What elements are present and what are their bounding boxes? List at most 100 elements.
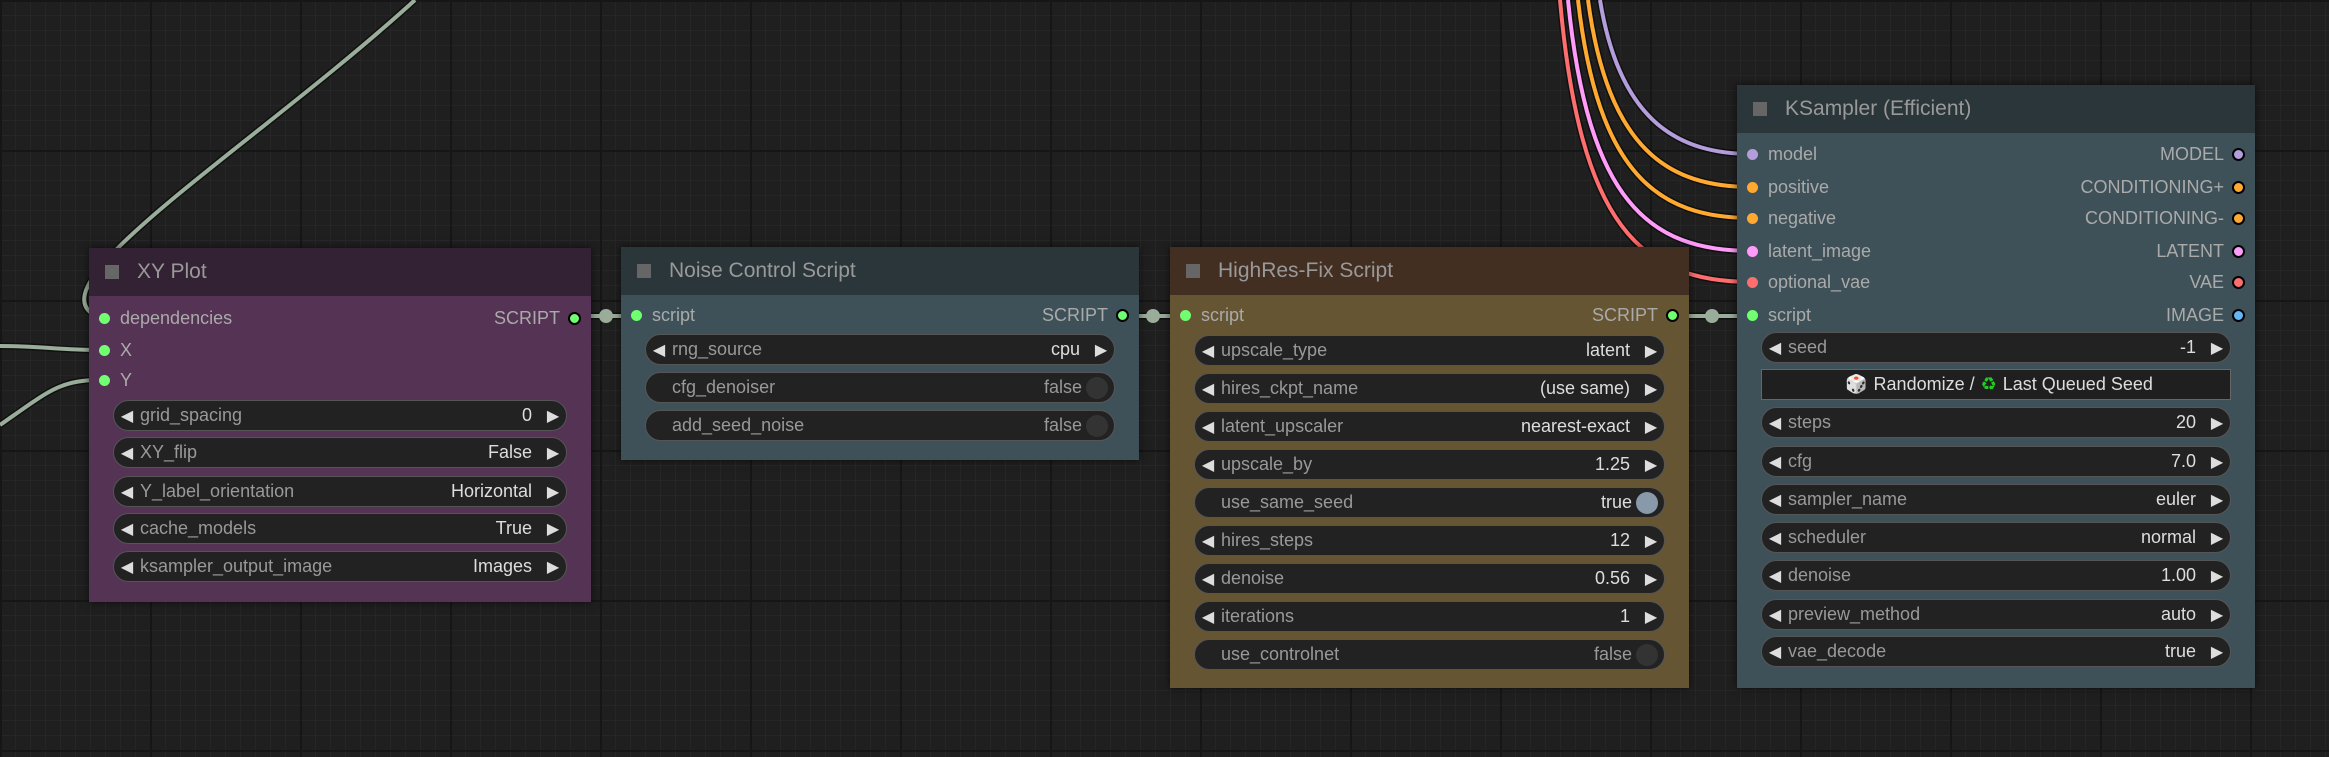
- output-dot-icon[interactable]: [2232, 211, 2245, 225]
- increment-arrow-icon[interactable]: ▶: [1638, 607, 1664, 627]
- node-title-bar[interactable]: KSampler (Efficient): [1737, 85, 2255, 133]
- input-slot-script[interactable]: script: [1737, 305, 1811, 325]
- increment-arrow-icon[interactable]: ▶: [2204, 642, 2230, 662]
- input-slot-X[interactable]: X: [89, 340, 132, 360]
- increment-arrow-icon[interactable]: ▶: [1638, 341, 1664, 361]
- widget-cfg[interactable]: ◀ cfg 7.0 ▶: [1761, 446, 2231, 477]
- increment-arrow-icon[interactable]: ▶: [1638, 379, 1664, 399]
- output-dot-icon[interactable]: [2232, 147, 2245, 161]
- output-dot-icon[interactable]: [1116, 308, 1129, 322]
- increment-arrow-icon[interactable]: ▶: [2204, 566, 2230, 586]
- input-dot-icon[interactable]: [99, 374, 110, 386]
- decrement-arrow-icon[interactable]: ◀: [114, 519, 140, 539]
- input-dot-icon[interactable]: [1747, 148, 1758, 160]
- output-slot-image[interactable]: IMAGE: [2166, 305, 2255, 325]
- collapse-toggle-icon[interactable]: [105, 265, 119, 279]
- output-slot-script[interactable]: SCRIPT: [494, 308, 591, 328]
- widget-denoise[interactable]: ◀ denoise 1.00 ▶: [1761, 560, 2231, 591]
- input-slot-positive[interactable]: positive: [1737, 177, 1829, 197]
- node-noise[interactable]: Noise Control Script script SCRIPT ◀ rng_sou…: [621, 247, 1139, 460]
- widget-upscale-by[interactable]: ◀ upscale_by 1.25 ▶: [1194, 449, 1665, 480]
- widget-sampler-name[interactable]: ◀ sampler_name euler ▶: [1761, 484, 2231, 515]
- increment-arrow-icon[interactable]: ▶: [2204, 605, 2230, 625]
- input-slot-script[interactable]: script: [1170, 305, 1244, 325]
- widget-randomize-[interactable]: 🎲 Randomize / ♻ Last Queued Seed: [1761, 369, 2231, 400]
- decrement-arrow-icon[interactable]: ◀: [1762, 338, 1788, 358]
- output-dot-icon[interactable]: [2232, 180, 2245, 194]
- decrement-arrow-icon[interactable]: ◀: [1762, 642, 1788, 662]
- widget-use-controlnet[interactable]: use_controlnet false: [1194, 639, 1665, 670]
- decrement-arrow-icon[interactable]: ◀: [1195, 455, 1221, 475]
- input-dot-icon[interactable]: [1747, 276, 1758, 288]
- input-slot-model[interactable]: model: [1737, 144, 1817, 164]
- increment-arrow-icon[interactable]: ▶: [540, 443, 566, 463]
- decrement-arrow-icon[interactable]: ◀: [1195, 379, 1221, 399]
- node-ks[interactable]: KSampler (Efficient) model positive negativ…: [1737, 85, 2255, 688]
- increment-arrow-icon[interactable]: ▶: [1638, 455, 1664, 475]
- increment-arrow-icon[interactable]: ▶: [2204, 528, 2230, 548]
- widget-steps[interactable]: ◀ steps 20 ▶: [1761, 407, 2231, 438]
- increment-arrow-icon[interactable]: ▶: [2204, 490, 2230, 510]
- toggle-knob-icon[interactable]: [1636, 643, 1658, 666]
- output-dot-icon[interactable]: [2232, 244, 2245, 258]
- decrement-arrow-icon[interactable]: ◀: [1195, 569, 1221, 589]
- input-dot-icon[interactable]: [1747, 309, 1758, 321]
- widget-preview-method[interactable]: ◀ preview_method auto ▶: [1761, 599, 2231, 630]
- increment-arrow-icon[interactable]: ▶: [2204, 338, 2230, 358]
- decrement-arrow-icon[interactable]: ◀: [1762, 413, 1788, 433]
- input-slot-script[interactable]: script: [621, 305, 695, 325]
- widget-use-same-seed[interactable]: use_same_seed true: [1194, 487, 1665, 518]
- widget-cfg-denoiser[interactable]: cfg_denoiser false: [645, 372, 1115, 403]
- node-title-bar[interactable]: Noise Control Script: [621, 247, 1139, 295]
- output-slot-script[interactable]: SCRIPT: [1042, 305, 1139, 325]
- collapse-toggle-icon[interactable]: [1753, 102, 1767, 116]
- toggle-knob-icon[interactable]: [1086, 376, 1108, 399]
- decrement-arrow-icon[interactable]: ◀: [114, 443, 140, 463]
- output-slot-latent[interactable]: LATENT: [2156, 241, 2255, 261]
- decrement-arrow-icon[interactable]: ◀: [1762, 452, 1788, 472]
- decrement-arrow-icon[interactable]: ◀: [114, 482, 140, 502]
- increment-arrow-icon[interactable]: ▶: [1638, 531, 1664, 551]
- increment-arrow-icon[interactable]: ▶: [1638, 569, 1664, 589]
- decrement-arrow-icon[interactable]: ◀: [646, 340, 672, 360]
- widget-rng-source[interactable]: ◀ rng_source cpu ▶: [645, 334, 1115, 365]
- widget-y-label-orientation[interactable]: ◀ Y_label_orientation Horizontal ▶: [113, 476, 567, 507]
- increment-arrow-icon[interactable]: ▶: [540, 406, 566, 426]
- widget-latent-upscaler[interactable]: ◀ latent_upscaler nearest-exact ▶: [1194, 411, 1665, 442]
- decrement-arrow-icon[interactable]: ◀: [1762, 566, 1788, 586]
- node-title-bar[interactable]: HighRes-Fix Script: [1170, 247, 1689, 295]
- decrement-arrow-icon[interactable]: ◀: [1762, 490, 1788, 510]
- increment-arrow-icon[interactable]: ▶: [540, 519, 566, 539]
- decrement-arrow-icon[interactable]: ◀: [114, 557, 140, 577]
- node-xy[interactable]: XY Plot dependencies X Y SCRIPT ◀ grid_spacing…: [89, 248, 591, 602]
- input-dot-icon[interactable]: [1747, 245, 1758, 257]
- increment-arrow-icon[interactable]: ▶: [1088, 340, 1114, 360]
- widget-hires-steps[interactable]: ◀ hires_steps 12 ▶: [1194, 525, 1665, 556]
- decrement-arrow-icon[interactable]: ◀: [1195, 531, 1221, 551]
- widget-add-seed-noise[interactable]: add_seed_noise false: [645, 410, 1115, 441]
- link-center-marker[interactable]: [1146, 309, 1160, 323]
- input-slot-optional_vae[interactable]: optional_vae: [1737, 272, 1870, 292]
- input-dot-icon[interactable]: [99, 344, 110, 356]
- decrement-arrow-icon[interactable]: ◀: [114, 406, 140, 426]
- input-dot-icon[interactable]: [1747, 212, 1758, 224]
- widget-xy-flip[interactable]: ◀ XY_flip False ▶: [113, 437, 567, 468]
- node-title-bar[interactable]: XY Plot: [89, 248, 591, 296]
- output-dot-icon[interactable]: [568, 311, 581, 325]
- output-slot-conditioning-[interactable]: CONDITIONING-: [2085, 208, 2255, 228]
- increment-arrow-icon[interactable]: ▶: [2204, 413, 2230, 433]
- input-slot-negative[interactable]: negative: [1737, 208, 1836, 228]
- widget-hires-ckpt-name[interactable]: ◀ hires_ckpt_name (use same) ▶: [1194, 373, 1665, 404]
- node-hires[interactable]: HighRes-Fix Script script SCRIPT ◀ upscale_t…: [1170, 247, 1689, 688]
- toggle-knob-icon[interactable]: [1636, 491, 1658, 514]
- widget-grid-spacing[interactable]: ◀ grid_spacing 0 ▶: [113, 400, 567, 431]
- input-dot-icon[interactable]: [1180, 309, 1191, 321]
- output-dot-icon[interactable]: [2232, 275, 2245, 289]
- link-center-marker[interactable]: [599, 309, 613, 323]
- widget-seed[interactable]: ◀ seed -1 ▶: [1761, 332, 2231, 363]
- output-dot-icon[interactable]: [2232, 308, 2245, 322]
- input-slot-Y[interactable]: Y: [89, 370, 132, 390]
- output-slot-model[interactable]: MODEL: [2160, 144, 2255, 164]
- input-dot-icon[interactable]: [631, 309, 642, 321]
- input-slot-latent_image[interactable]: latent_image: [1737, 241, 1871, 261]
